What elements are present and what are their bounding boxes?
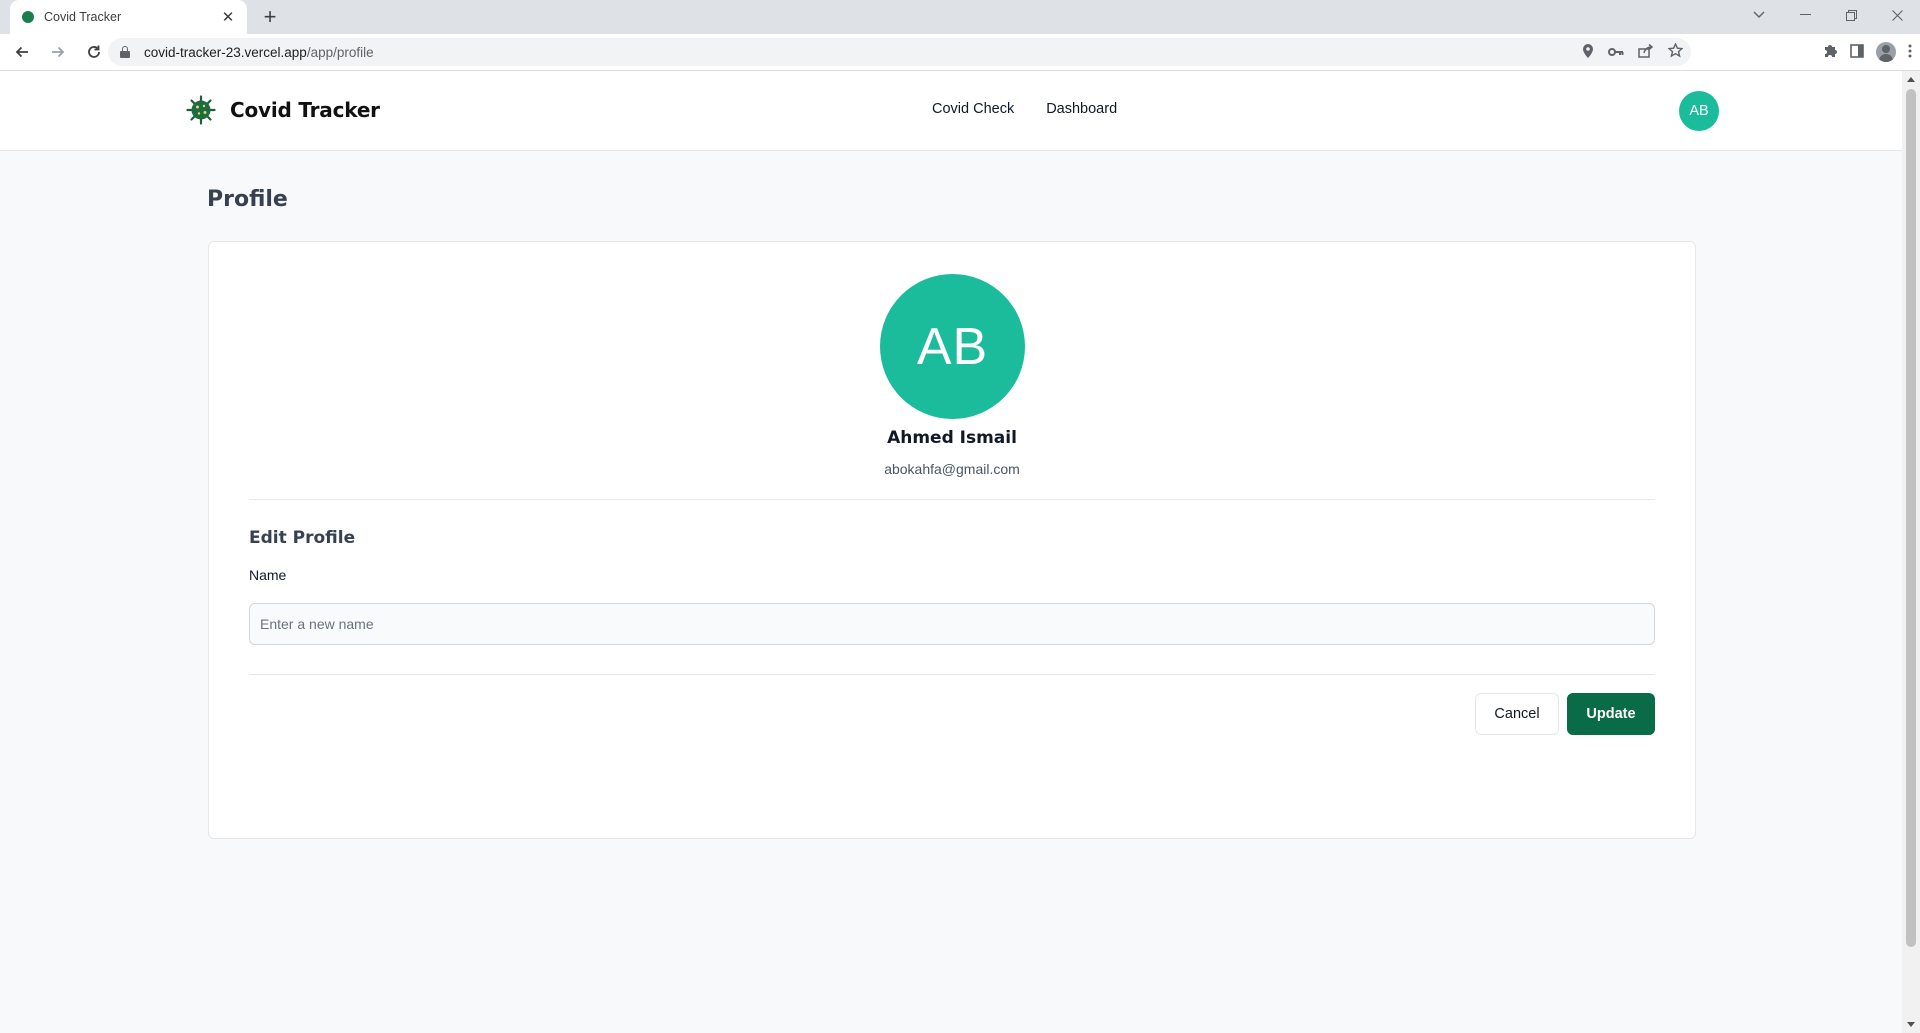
favicon-icon: [22, 11, 34, 23]
profile-avatar: AB: [880, 274, 1025, 419]
minimize-icon[interactable]: [1782, 0, 1828, 30]
reload-icon[interactable]: [80, 38, 108, 66]
kebab-menu-icon[interactable]: [1908, 44, 1912, 61]
page-title: Profile: [207, 187, 288, 212]
cancel-button[interactable]: Cancel: [1475, 693, 1559, 735]
key-icon[interactable]: [1608, 44, 1624, 60]
back-icon[interactable]: [8, 38, 36, 66]
brand-link[interactable]: Covid Tracker: [186, 95, 380, 125]
browser-toolbar: covid-tracker-23.vercel.app/app/profile: [0, 34, 1920, 71]
name-label: Name: [249, 567, 287, 583]
puzzle-icon[interactable]: [1823, 43, 1838, 61]
window-controls: [1736, 0, 1920, 30]
top-nav: Covid Check Dashboard: [932, 101, 1117, 117]
nav-covid-check[interactable]: Covid Check: [932, 101, 1014, 117]
name-input[interactable]: [249, 603, 1655, 645]
scrollbar-thumb[interactable]: [1906, 89, 1916, 947]
address-bar[interactable]: covid-tracker-23.vercel.app/app/profile: [108, 38, 1691, 66]
user-avatar-button[interactable]: AB: [1679, 91, 1719, 131]
user-name: Ahmed Ismail: [887, 428, 1017, 448]
page-scrollbar[interactable]: [1902, 71, 1920, 1033]
page-content: Covid Tracker Covid Check Dashboard AB P…: [0, 71, 1902, 1033]
profile-card: AB Ahmed Ismail abokahfa@gmail.com Edit …: [208, 241, 1696, 839]
address-bar-actions: [1582, 38, 1684, 66]
close-window-icon[interactable]: [1874, 0, 1920, 30]
share-icon[interactable]: [1638, 43, 1654, 61]
nav-dashboard[interactable]: Dashboard: [1046, 101, 1117, 117]
edit-profile-heading: Edit Profile: [249, 528, 356, 548]
scroll-down-icon[interactable]: [1907, 1022, 1915, 1027]
profile-icon[interactable]: [1876, 42, 1896, 62]
url-text: covid-tracker-23.vercel.app/app/profile: [144, 44, 374, 60]
app-header: Covid Tracker Covid Check Dashboard AB: [0, 71, 1902, 151]
brand-name: Covid Tracker: [230, 98, 380, 122]
star-icon[interactable]: [1667, 42, 1684, 61]
user-email: abokahfa@gmail.com: [884, 461, 1020, 477]
side-panel-icon[interactable]: [1850, 43, 1864, 61]
new-tab-button[interactable]: +: [258, 4, 282, 29]
location-icon[interactable]: [1582, 43, 1594, 61]
virus-icon: [186, 95, 216, 125]
restore-icon[interactable]: [1828, 0, 1874, 30]
tab-close-icon[interactable]: ✕: [219, 8, 237, 26]
toolbar-actions: [1823, 38, 1912, 66]
lock-icon[interactable]: [120, 46, 130, 58]
divider: [249, 499, 1655, 500]
browser-tab[interactable]: Covid Tracker ✕: [10, 0, 247, 34]
browser-tab-strip: Covid Tracker ✕ +: [0, 0, 1920, 34]
tab-title: Covid Tracker: [44, 10, 122, 24]
scroll-up-icon[interactable]: [1907, 77, 1915, 82]
divider: [249, 674, 1655, 675]
tab-search-icon[interactable]: [1736, 0, 1782, 30]
update-button[interactable]: Update: [1567, 693, 1655, 735]
forward-icon[interactable]: [44, 38, 72, 66]
